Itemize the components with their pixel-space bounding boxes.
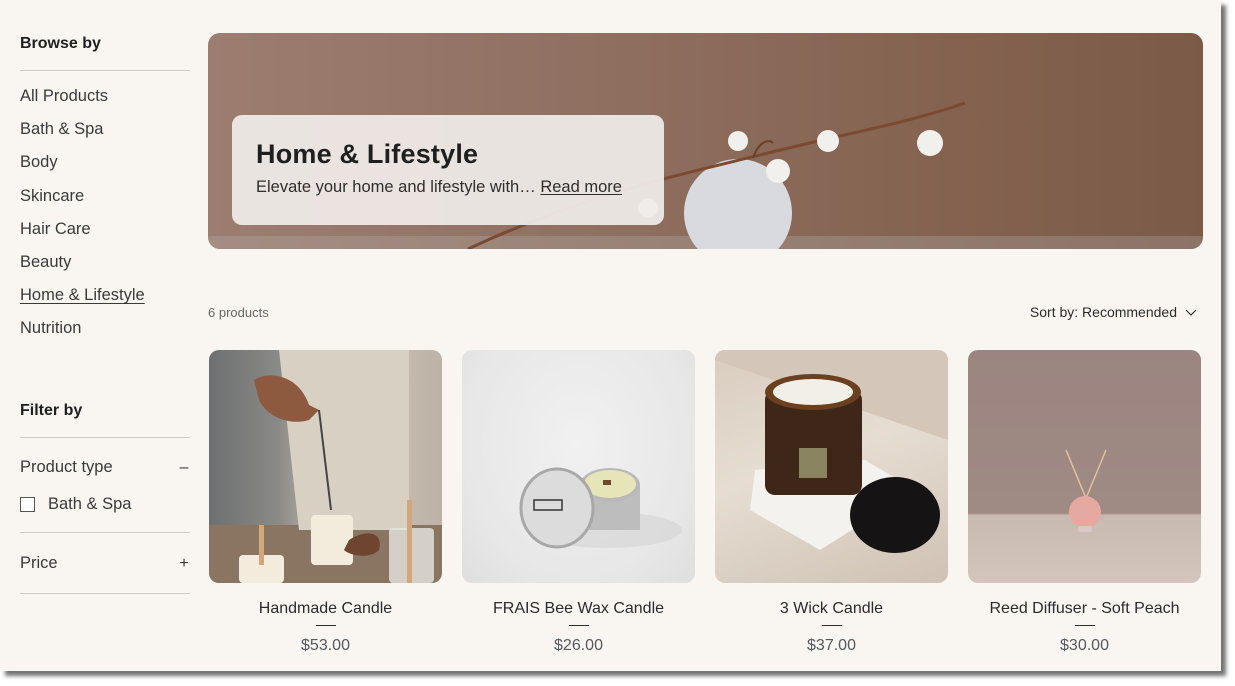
product-grid: Handmade Candle $53.00 FRAIS Bee Wax Can… — [209, 350, 1201, 655]
price-filter-toggle[interactable]: Price + — [20, 554, 190, 573]
candle-making-image[interactable] — [209, 350, 442, 583]
hero-text-card: Home & Lifestyle Elevate your home and l… — [232, 115, 664, 225]
category-beauty[interactable]: Beauty — [20, 252, 145, 285]
sort-label: Sort by: Recommended — [1029, 304, 1177, 320]
filter-option-bath-spa[interactable]: Bath & Spa — [20, 495, 131, 514]
divider — [20, 593, 190, 594]
product-card[interactable]: Reed Diffuser - Soft Peach $30.00 — [968, 350, 1201, 655]
category-label: All Products — [20, 87, 109, 105]
product-type-label: Product type — [20, 458, 113, 476]
category-label: Bath & Spa — [20, 120, 104, 139]
category-label: Beauty — [20, 252, 72, 271]
product-price: $37.00 — [807, 637, 856, 654]
tin-candle-image[interactable] — [462, 350, 695, 583]
category-label: Home & Lifestyle — [20, 286, 145, 305]
name-underline — [568, 625, 589, 626]
product-name[interactable]: FRAIS Bee Wax Candle — [462, 600, 695, 618]
product-card[interactable]: FRAIS Bee Wax Candle $26.00 — [462, 350, 695, 655]
checkbox[interactable] — [20, 497, 35, 512]
reed-diffuser-image[interactable] — [968, 350, 1201, 583]
browse-by-heading: Browse by — [20, 35, 101, 52]
hero-description: Elevate your home and lifestyle with… Re… — [256, 178, 640, 197]
category-label: Nutrition — [20, 319, 82, 338]
hero-title: Home & Lifestyle — [256, 139, 479, 169]
product-card[interactable]: Handmade Candle $53.00 — [209, 350, 442, 655]
category-skincare[interactable]: Skincare — [20, 186, 145, 219]
hero-description-text: Elevate your home and lifestyle with… — [256, 178, 536, 196]
product-name[interactable]: Handmade Candle — [209, 600, 442, 618]
category-all-products[interactable]: All Products — [20, 86, 145, 119]
read-more-link[interactable]: Read more — [540, 178, 622, 196]
candle-making-illustration — [209, 350, 442, 583]
category-label: Body — [20, 153, 58, 172]
sort-dropdown[interactable]: Sort by: Recommended — [1030, 304, 1197, 320]
category-body[interactable]: Body — [20, 152, 145, 185]
divider — [20, 70, 190, 71]
filter-option-label: Bath & Spa — [48, 495, 132, 513]
amber-jar-illustration — [715, 350, 948, 553]
product-card[interactable]: 3 Wick Candle $37.00 — [715, 350, 948, 655]
tin-candle-illustration — [519, 467, 682, 549]
price-filter-label: Price — [20, 554, 58, 572]
category-bath-spa[interactable]: Bath & Spa — [20, 119, 145, 152]
minus-icon: – — [179, 458, 189, 476]
filter-by-heading: Filter by — [20, 402, 83, 419]
divider — [20, 532, 190, 533]
product-name[interactable]: 3 Wick Candle — [715, 600, 948, 618]
reed-diffuser-illustration — [1065, 449, 1107, 532]
name-underline — [315, 625, 336, 626]
product-type-filter-toggle[interactable]: Product type – — [20, 458, 190, 477]
product-price: $26.00 — [554, 637, 603, 654]
product-price: $53.00 — [301, 637, 350, 654]
divider — [20, 437, 190, 438]
amber-jar-candle-image[interactable] — [715, 350, 948, 583]
category-nutrition[interactable]: Nutrition — [20, 318, 145, 351]
chevron-down-icon — [1185, 309, 1197, 316]
category-home-lifestyle[interactable]: Home & Lifestyle — [20, 285, 145, 318]
category-hair-care[interactable]: Hair Care — [20, 219, 145, 252]
product-price: $30.00 — [1060, 637, 1109, 654]
product-count: 6 products — [208, 305, 269, 320]
category-label: Skincare — [20, 186, 85, 205]
store-page: Browse by All Products Bath & Spa Body S… — [0, 0, 1221, 671]
category-list: All Products Bath & Spa Body Skincare Ha… — [20, 86, 145, 352]
category-hero-banner: Home & Lifestyle Elevate your home and l… — [208, 33, 1203, 249]
name-underline — [1074, 625, 1095, 626]
plus-icon: + — [179, 554, 189, 572]
category-label: Hair Care — [20, 219, 91, 238]
name-underline — [821, 625, 842, 626]
product-name[interactable]: Reed Diffuser - Soft Peach — [968, 600, 1201, 618]
